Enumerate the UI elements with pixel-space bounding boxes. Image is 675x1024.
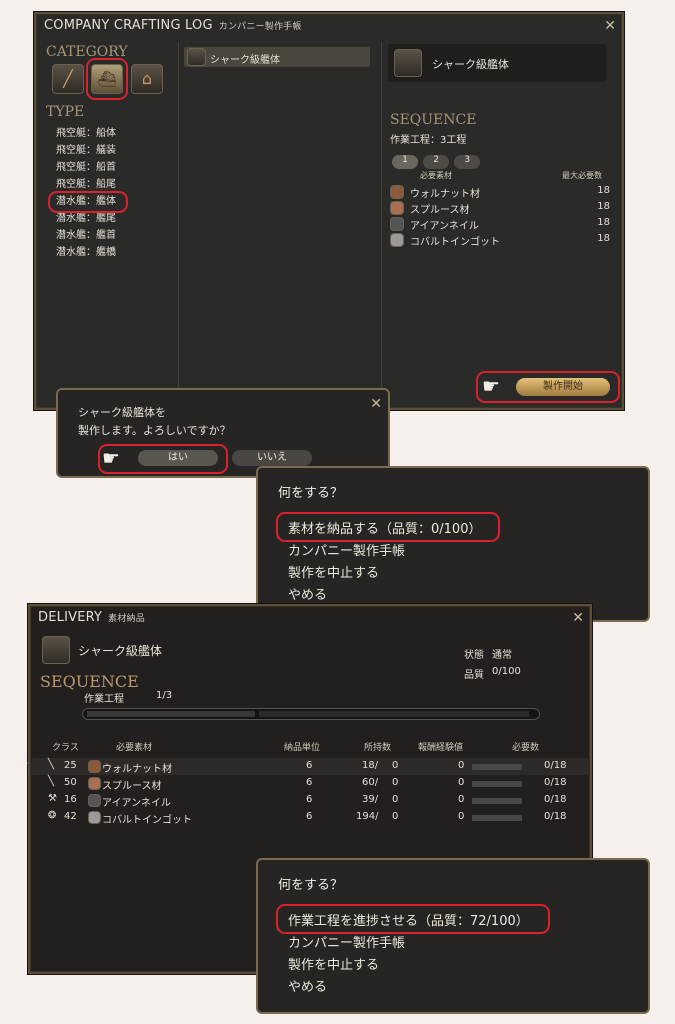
step-tab[interactable]: 2 bbox=[423, 155, 450, 169]
material-row[interactable]: スプルース材 18 bbox=[390, 200, 610, 216]
process-value: 1/3 bbox=[156, 690, 173, 701]
type-item[interactable]: 飛空艇：船首 bbox=[56, 159, 116, 176]
progress-segment-active bbox=[87, 711, 255, 717]
delivery-progress-bar bbox=[472, 781, 522, 787]
material-list: ウォルナット材 18 スプルース材 18 アイアンネイル 18 コバルトインゴッ… bbox=[390, 184, 610, 248]
class-icon: ╲ bbox=[48, 776, 55, 787]
close-icon[interactable]: ✕ bbox=[572, 610, 584, 626]
progress-segment bbox=[259, 711, 529, 717]
table-row[interactable]: ⚒ 16 アイアンネイル 6 39/ 0 0 0/18 bbox=[30, 792, 590, 809]
submarine-part-icon bbox=[187, 48, 206, 66]
close-icon[interactable]: ✕ bbox=[604, 18, 616, 34]
window-title: DELIVERY 素材納品 bbox=[38, 610, 145, 625]
walnut-icon bbox=[390, 185, 404, 199]
class-icon: ╲ bbox=[48, 759, 55, 770]
action-menu-2: 何をする？ 作業工程を進捗させる（品質：72/100） カンパニー製作手帳 製作… bbox=[256, 858, 650, 1014]
delivery-progress-bar bbox=[472, 798, 522, 804]
menu-question: 何をする？ bbox=[278, 878, 344, 893]
quality-value: 0/100 bbox=[492, 666, 521, 677]
cobalt-ingot-icon bbox=[390, 233, 404, 247]
confirm-dialog: ✕ シャーク級艦体を 製作します。よろしいですか？ ☛ はい いいえ bbox=[56, 388, 390, 478]
highlight-yes bbox=[98, 444, 228, 474]
delivery-progress-bar bbox=[472, 764, 522, 770]
highlight-start-button bbox=[476, 371, 620, 403]
highlight-advance bbox=[276, 904, 550, 934]
delivery-item-name: シャーク級艦体 bbox=[78, 644, 163, 658]
col-material: 必要素材 bbox=[420, 171, 452, 180]
delivery-progress-bar bbox=[472, 815, 522, 821]
action-menu-1: 何をする？ 素材を納品する（品質：0/100） カンパニー製作手帳 製作を中止す… bbox=[256, 466, 650, 622]
no-button[interactable]: いいえ bbox=[232, 450, 312, 466]
step-tab[interactable]: 1 bbox=[392, 155, 418, 169]
col-max: 最大必要数 bbox=[562, 171, 602, 180]
class-icon: ⚒ bbox=[48, 793, 57, 804]
step-tabs: 1 2 3 bbox=[392, 147, 481, 169]
table-header: クラス 必要素材 納品単位 所持数 報酬経験値 必要数 bbox=[52, 743, 540, 753]
submarine-part-icon bbox=[42, 636, 70, 664]
menu-question: 何をする？ bbox=[278, 486, 344, 501]
category-house-icon[interactable]: ⌂ bbox=[131, 64, 163, 94]
close-icon[interactable]: ✕ bbox=[370, 396, 382, 412]
quit-option[interactable]: やめる bbox=[288, 976, 327, 995]
pointer-hand-icon: ☛ bbox=[16, 758, 29, 774]
stop-crafting-option[interactable]: 製作を中止する bbox=[288, 562, 379, 581]
type-item[interactable]: 潜水艦：艦首 bbox=[56, 227, 116, 244]
window-title: COMPANY CRAFTING LOG カンパニー製作手帳 bbox=[44, 18, 302, 33]
sequence-label: SEQUENCE bbox=[390, 112, 477, 128]
iron-nail-icon bbox=[390, 217, 404, 231]
progress-track bbox=[82, 708, 540, 720]
type-item[interactable]: 飛空艇：船体 bbox=[56, 125, 116, 142]
cobalt-ingot-icon bbox=[88, 811, 101, 824]
process-label: 作業工程 bbox=[84, 694, 124, 705]
table-row[interactable]: ❂ 42 コバルトインゴット 6 194/ 0 0 0/18 bbox=[30, 809, 590, 826]
table-row[interactable]: ╲ 25 ウォルナット材 6 18/ 0 0 0/18 bbox=[30, 758, 590, 775]
confirm-line1: シャーク級艦体を bbox=[78, 406, 166, 419]
material-row[interactable]: アイアンネイル 18 bbox=[390, 216, 610, 232]
highlight-deliver bbox=[276, 512, 500, 542]
type-item[interactable]: 潜水艦：艦橋 bbox=[56, 244, 116, 261]
category-tool-icon[interactable]: ╱ bbox=[52, 64, 84, 94]
quality-label: 品質 bbox=[464, 670, 484, 681]
recipe-list-panel bbox=[178, 42, 382, 402]
highlight-category bbox=[86, 58, 128, 100]
crafting-log-option[interactable]: カンパニー製作手帳 bbox=[288, 540, 405, 559]
class-icon: ❂ bbox=[48, 810, 57, 821]
submarine-part-icon bbox=[394, 49, 422, 77]
highlight-type bbox=[48, 191, 128, 213]
iron-nail-icon bbox=[88, 794, 101, 807]
delivery-table: ╲ 25 ウォルナット材 6 18/ 0 0 0/18 ╲ 50 スプルース材 … bbox=[30, 758, 590, 826]
type-item[interactable]: 飛空艇：艤装 bbox=[56, 142, 116, 159]
confirm-line2: 製作します。よろしいですか？ bbox=[78, 424, 231, 437]
crafting-log-window: COMPANY CRAFTING LOG カンパニー製作手帳 ✕ CATEGORY… bbox=[34, 12, 624, 410]
walnut-icon bbox=[88, 760, 101, 773]
recipe-detail-header: シャーク級艦体 bbox=[388, 44, 606, 82]
spruce-icon bbox=[390, 201, 404, 215]
crafting-log-option[interactable]: カンパニー製作手帳 bbox=[288, 932, 405, 951]
detail-title: シャーク級艦体 bbox=[432, 58, 509, 71]
type-label: TYPE bbox=[46, 104, 85, 120]
step-tab[interactable]: 3 bbox=[454, 155, 481, 169]
spruce-icon bbox=[88, 777, 101, 790]
status-value: 通常 bbox=[492, 650, 512, 661]
recipe-list-item[interactable]: シャーク級艦体 bbox=[184, 47, 370, 67]
table-row[interactable]: ╲ 50 スプルース材 6 60/ 0 0 0/18 bbox=[30, 775, 590, 792]
material-row[interactable]: コバルトインゴット 18 bbox=[390, 232, 610, 248]
status-label: 状態 bbox=[464, 650, 484, 661]
quit-option[interactable]: やめる bbox=[288, 584, 327, 603]
process-text: 作業工程：3工程 bbox=[390, 135, 467, 146]
stop-crafting-option[interactable]: 製作を中止する bbox=[288, 954, 379, 973]
sequence-label: SEQUENCE bbox=[40, 672, 139, 691]
material-row[interactable]: ウォルナット材 18 bbox=[390, 184, 610, 200]
